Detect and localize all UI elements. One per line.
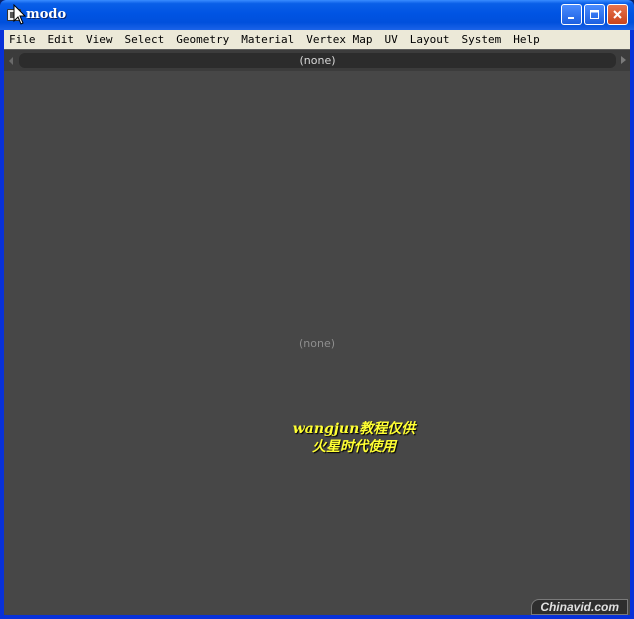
window-frame-right (630, 30, 634, 619)
window-frame-bottom (0, 615, 634, 619)
viewport-placeholder: (none) (298, 337, 336, 350)
title-bar[interactable]: modo (0, 0, 634, 30)
menu-material[interactable]: Material (235, 30, 300, 49)
menu-geometry[interactable]: Geometry (170, 30, 235, 49)
tab-scroll-right-icon[interactable] (621, 56, 626, 64)
menu-select[interactable]: Select (119, 30, 171, 49)
window-frame-left (0, 30, 4, 619)
site-badge: Chinavid.com (531, 599, 628, 615)
menu-layout[interactable]: Layout (404, 30, 456, 49)
menu-bar: File Edit View Select Geometry Material … (4, 30, 630, 49)
menu-system[interactable]: System (455, 30, 507, 49)
menu-edit[interactable]: Edit (42, 30, 81, 49)
menu-view[interactable]: View (80, 30, 119, 49)
menu-help[interactable]: Help (507, 30, 546, 49)
maximize-icon (590, 10, 599, 19)
menu-file[interactable]: File (4, 30, 42, 49)
layout-tab[interactable]: (none) (19, 53, 616, 68)
maximize-button[interactable] (584, 4, 605, 25)
menu-uv[interactable]: UV (378, 30, 403, 49)
menu-vertex-map[interactable]: Vertex Map (300, 30, 378, 49)
minimize-icon (568, 17, 574, 19)
close-icon (613, 10, 622, 19)
watermark-text: wangjun教程仅供 火星时代使用 (264, 420, 444, 456)
tab-strip: (none) (4, 50, 630, 71)
mouse-cursor-icon (13, 4, 27, 25)
workspace[interactable]: (none) (none) wangjun教程仅供 火星时代使用 Chinavi… (4, 49, 630, 615)
window-title: modo (26, 7, 67, 22)
app-window: modo File Edit View Select Geometry Mate… (0, 0, 634, 619)
minimize-button[interactable] (561, 4, 582, 25)
tab-scroll-left-icon[interactable] (9, 57, 13, 65)
watermark-line-1: wangjun教程仅供 (292, 421, 416, 437)
watermark-line-2: 火星时代使用 (312, 439, 396, 455)
close-button[interactable] (607, 4, 628, 25)
